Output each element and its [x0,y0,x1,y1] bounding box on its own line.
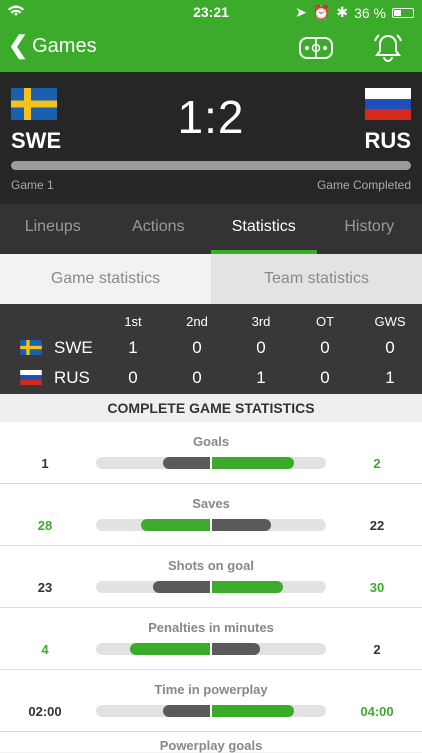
stat-bar-divider [210,643,212,655]
stat-bar-track [96,705,326,717]
tab-statistics[interactable]: Statistics [211,204,317,254]
stat-right-value: 30 [342,580,412,595]
stat-bar-divider [210,519,212,531]
stat-bar-divider [210,581,212,593]
stat-row: Goals 1 2 [0,422,422,484]
stat-right-value: 2 [342,642,412,657]
tab-lineups[interactable]: Lineups [0,204,106,254]
period-value: 0 [172,338,222,358]
period-header: OT [300,314,350,329]
alarm-icon: ⏰ [313,4,330,21]
game-number: Game 1 [11,178,54,192]
rink-icon[interactable] [298,32,334,64]
stat-bar-right [211,643,260,655]
stat-title: Saves [0,496,422,511]
stats-list: Goals 1 2 Saves 28 22 Shots on goal 23 30 Penalti… [0,422,422,752]
bluetooth-icon: ✱ [336,4,348,21]
stat-left-value: 28 [10,518,80,533]
stat-bar-track [96,643,326,655]
tab-history[interactable]: History [317,204,422,254]
period-value: 0 [108,368,158,388]
stat-title: Shots on goal [0,558,422,573]
stat-row-next: Powerplay goals [0,732,422,752]
stat-bar-divider [210,457,212,469]
stat-bar-left [153,581,211,593]
period-header: 3rd [236,314,286,329]
period-value: 0 [172,368,222,388]
period-header: GWS [365,314,415,329]
period-value: 0 [236,338,286,358]
stat-left-value: 4 [10,642,80,657]
bell-icon[interactable] [370,32,406,64]
complete-stats-heading: COMPLETE GAME STATISTICS [0,394,422,422]
game-progress-bar [11,161,411,170]
location-icon: ➤ [295,4,307,21]
stat-title: Penalties in minutes [0,620,422,635]
stat-bar-track [96,519,326,531]
chevron-left-icon: ❮ [8,34,28,58]
back-label: Games [32,35,96,58]
period-row-team: RUS [54,368,90,388]
period-value: 1 [236,368,286,388]
subtab-team-statistics[interactable]: Team statistics [211,254,422,304]
stat-bar-right [211,705,294,717]
period-value: 1 [108,338,158,358]
game-score: 1:2 [0,90,422,144]
stat-bar-left [130,643,211,655]
main-tabs: Lineups Actions Statistics History [0,204,422,254]
stat-bar-left [163,705,211,717]
stat-left-value: 1 [10,456,80,471]
sweden-flag-icon [20,340,42,355]
stat-title: Powerplay goals [0,738,422,753]
period-value: 0 [300,338,350,358]
stat-row: Penalties in minutes 4 2 [0,608,422,670]
period-score-table: 1st 2nd 3rd OT GWS SWE 1 0 0 0 0 RUS 0 0… [0,304,422,394]
stat-bar-track [96,581,326,593]
sub-tabs: Game statistics Team statistics [0,254,422,304]
stat-title: Time in powerplay [0,682,422,697]
stat-row: Saves 28 22 [0,484,422,546]
nav-bar: ❮ Games [0,24,422,72]
stat-right-value: 22 [342,518,412,533]
period-value: 1 [365,368,415,388]
period-value: 0 [300,368,350,388]
stat-row: Time in powerplay 02:00 04:00 [0,670,422,732]
period-row-team: SWE [54,338,93,358]
stat-bar-track [96,457,326,469]
battery-icon [392,8,414,18]
stat-bar-right [211,519,271,531]
stat-bar-right [211,581,283,593]
stat-title: Goals [0,434,422,449]
status-bar: 23:21 ➤ ⏰ ✱ 36 % [0,0,422,24]
game-status: Game Completed [317,178,411,192]
stat-bar-left [141,519,211,531]
stat-bar-left [163,457,211,469]
period-header: 1st [108,314,158,329]
period-value: 0 [365,338,415,358]
stat-bar-divider [210,705,212,717]
tab-actions[interactable]: Actions [106,204,212,254]
period-header: 2nd [172,314,222,329]
russia-flag-icon [20,370,42,385]
stat-left-value: 23 [10,580,80,595]
stat-bar-right [211,457,294,469]
battery-percent: 36 % [354,5,386,21]
stat-right-value: 2 [342,456,412,471]
stat-right-value: 04:00 [342,704,412,719]
subtab-game-statistics[interactable]: Game statistics [0,254,211,304]
stat-left-value: 02:00 [10,704,80,719]
scoreboard: SWE RUS 1:2 Game 1 Game Completed [0,72,422,204]
back-button[interactable]: ❮ Games [8,34,97,58]
stat-row: Shots on goal 23 30 [0,546,422,608]
